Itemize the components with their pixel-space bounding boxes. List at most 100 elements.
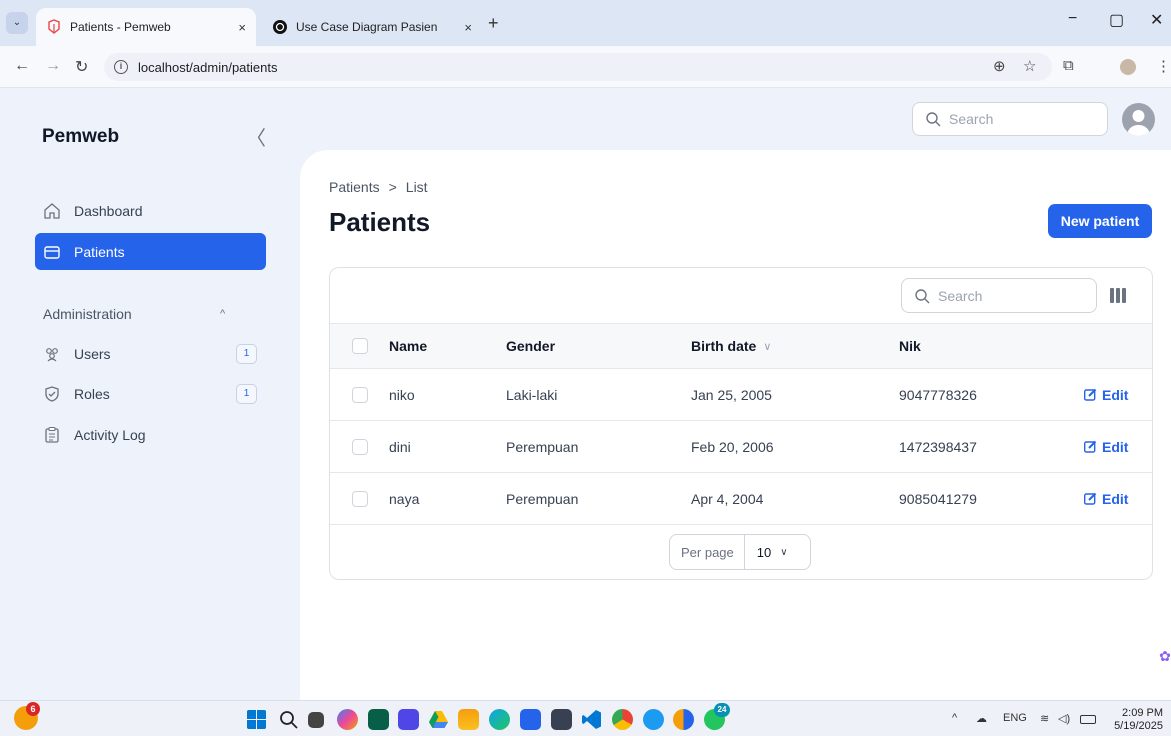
- breadcrumb-list: List: [405, 179, 428, 195]
- column-header-gender: Gender: [506, 338, 556, 354]
- sort-chevron-icon[interactable]: ∨: [763, 340, 771, 353]
- copilot-icon[interactable]: [337, 709, 358, 730]
- docker-icon[interactable]: [643, 709, 664, 730]
- sidebar-group-administration[interactable]: Administration: [43, 306, 132, 322]
- terminal-icon[interactable]: [551, 709, 572, 730]
- column-toggle-icon[interactable]: [1110, 288, 1126, 303]
- row-checkbox[interactable]: [352, 491, 368, 507]
- extensions-icon[interactable]: ⧉: [1063, 57, 1074, 74]
- browser-tab-use-case[interactable]: Use Case Diagram Pasien ×: [262, 8, 482, 46]
- sidebar: Pemweb 〈 Dashboard Patients Administrati…: [0, 88, 300, 700]
- chevron-up-icon[interactable]: ^: [220, 308, 225, 320]
- cell-birth-date: Apr 4, 2004: [691, 490, 764, 507]
- floating-assistant-icon[interactable]: ✿: [1155, 646, 1171, 666]
- back-icon[interactable]: ←: [14, 57, 30, 75]
- new-tab-button[interactable]: +: [488, 13, 499, 34]
- task-view-icon[interactable]: [308, 712, 324, 728]
- home-icon: [44, 202, 60, 219]
- avatar-person-icon: [1127, 110, 1150, 136]
- browser-menu-icon[interactable]: ⋮: [1156, 57, 1171, 75]
- close-window-icon[interactable]: ✕: [1150, 10, 1163, 30]
- forward-icon[interactable]: →: [45, 57, 61, 75]
- chevron-down-icon: ∨: [780, 546, 788, 558]
- table-row: niko Laki-laki Jan 25, 2005 9047778326 E…: [330, 369, 1152, 421]
- cell-gender: Laki-laki: [506, 386, 558, 403]
- user-avatar[interactable]: [1122, 103, 1155, 136]
- laravel-favicon-icon: [48, 19, 60, 34]
- page-title: Patients: [329, 207, 431, 237]
- site-info-icon[interactable]: i: [114, 60, 128, 74]
- calendar-app-icon[interactable]: [368, 709, 389, 730]
- column-header-label: Birth date: [691, 338, 757, 354]
- cell-nik: 9047778326: [899, 386, 977, 403]
- global-search-input[interactable]: Search: [912, 102, 1108, 136]
- new-patient-button[interactable]: New patient: [1048, 204, 1152, 238]
- edit-label: Edit: [1102, 438, 1129, 455]
- sidebar-item-label: Patients: [74, 243, 125, 260]
- edit-button[interactable]: Edit: [1084, 473, 1128, 524]
- sidebar-item-activity-log[interactable]: Activity Log: [35, 416, 266, 453]
- row-checkbox[interactable]: [352, 439, 368, 455]
- brand-logo[interactable]: Pemweb: [42, 126, 119, 148]
- browser-tab-bar: ⌄ Patients - Pemweb × Use Case Diagram P…: [0, 0, 1171, 46]
- shield-icon: [45, 385, 59, 402]
- profile-icon[interactable]: [1120, 59, 1136, 75]
- tab-close-icon[interactable]: ×: [238, 20, 246, 35]
- vscode-icon[interactable]: [581, 709, 602, 730]
- sidebar-item-users[interactable]: Users: [35, 335, 266, 372]
- file-explorer-icon[interactable]: [458, 709, 479, 730]
- notes-app-icon[interactable]: [398, 709, 419, 730]
- tab-title: Patients - Pemweb: [70, 20, 171, 34]
- per-page-select[interactable]: Per page 10 ∨: [669, 534, 811, 570]
- edit-button[interactable]: Edit: [1084, 369, 1128, 420]
- column-header-nik: Nik: [899, 338, 921, 354]
- column-header-name: Name: [389, 338, 428, 354]
- chrome-dev-icon[interactable]: [673, 709, 694, 730]
- whatsapp-icon[interactable]: 24: [704, 703, 730, 730]
- bookmark-star-icon[interactable]: ☆: [1023, 57, 1036, 75]
- breadcrumb-patients[interactable]: Patients: [329, 179, 380, 195]
- clipboard-icon: [45, 426, 59, 443]
- pencil-square-icon: [1084, 388, 1097, 401]
- sidebar-item-label: Roles: [74, 385, 110, 402]
- onedrive-icon[interactable]: ☁: [976, 712, 987, 725]
- per-page-label: Per page: [670, 535, 745, 569]
- translate-icon[interactable]: ⊕: [993, 57, 1006, 75]
- browser-tab-patients[interactable]: Patients - Pemweb ×: [36, 8, 256, 46]
- breadcrumb-separator: >: [388, 179, 397, 195]
- sidebar-item-dashboard[interactable]: Dashboard: [35, 192, 266, 229]
- collapse-sidebar-icon[interactable]: 〈: [246, 122, 266, 151]
- select-all-checkbox[interactable]: [352, 338, 368, 354]
- word-icon[interactable]: [520, 709, 541, 730]
- cell-name: niko: [389, 386, 415, 403]
- reload-icon[interactable]: ↻: [75, 57, 88, 77]
- table-search-input[interactable]: Search: [901, 278, 1097, 313]
- minimize-icon[interactable]: −: [1068, 10, 1077, 28]
- edit-button[interactable]: Edit: [1084, 421, 1128, 472]
- edge-icon[interactable]: [489, 709, 510, 730]
- wifi-icon[interactable]: ≋: [1040, 712, 1049, 725]
- start-icon[interactable]: [246, 709, 267, 730]
- battery-icon[interactable]: [1080, 715, 1096, 724]
- language-indicator[interactable]: ENG: [1003, 712, 1027, 724]
- breadcrumb: Patients > List: [329, 179, 428, 195]
- tab-close-icon[interactable]: ×: [464, 20, 472, 35]
- chrome-icon[interactable]: [612, 709, 633, 730]
- sidebar-item-roles[interactable]: Roles: [35, 375, 266, 412]
- url-input[interactable]: i localhost/admin/patients: [104, 53, 1052, 81]
- drive-icon[interactable]: [428, 709, 449, 730]
- weather-widget-icon[interactable]: 6: [14, 702, 40, 730]
- column-header-birth-date[interactable]: Birth date ∨: [691, 324, 771, 368]
- sidebar-item-patients[interactable]: Patients: [35, 233, 266, 270]
- cell-name: naya: [389, 490, 420, 507]
- tab-search-menu-icon[interactable]: ⌄: [6, 12, 28, 34]
- row-checkbox[interactable]: [352, 387, 368, 403]
- tray-overflow-icon[interactable]: ^: [952, 712, 957, 724]
- volume-icon[interactable]: ◁): [1058, 712, 1070, 725]
- search-icon[interactable]: [278, 709, 299, 730]
- system-clock[interactable]: 2:09 PM 5/19/2025: [1105, 707, 1163, 733]
- maximize-icon[interactable]: ▢: [1109, 10, 1124, 30]
- address-bar: ← → ↻ i localhost/admin/patients ⊕ ☆ ⧉ ⋮: [0, 46, 1171, 88]
- notification-badge: 6: [26, 702, 40, 716]
- users-icon: [46, 347, 58, 361]
